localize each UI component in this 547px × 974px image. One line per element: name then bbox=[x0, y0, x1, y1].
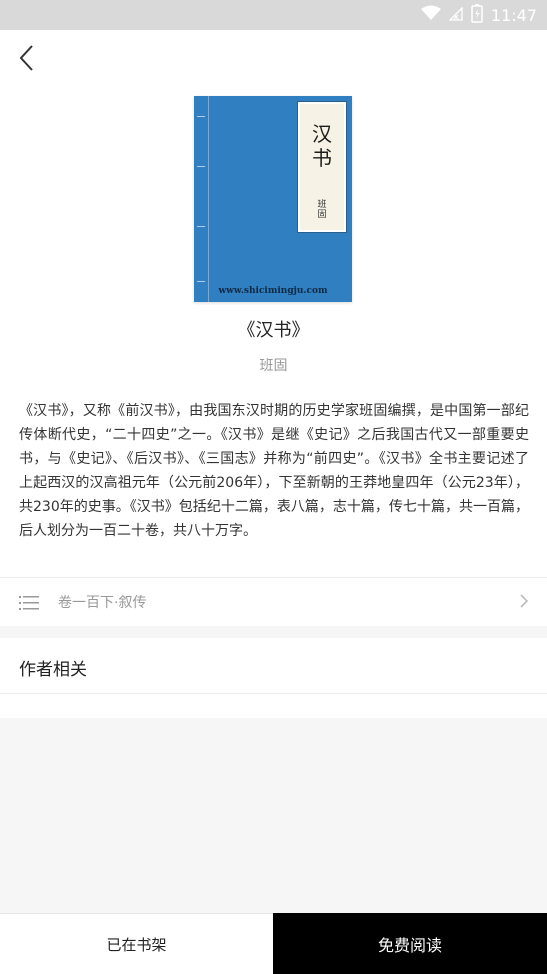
back-button[interactable] bbox=[10, 40, 42, 76]
status-bar: 11:47 bbox=[0, 0, 547, 30]
status-icons: 11:47 bbox=[420, 3, 537, 27]
signal-icon bbox=[448, 5, 463, 25]
book-description: 《汉书》，又称《前汉书》，由我国东汉时期的历史学家班固编撰，是中国第一部纪传体断… bbox=[19, 403, 529, 539]
cover-binding bbox=[194, 96, 209, 302]
battery-icon bbox=[471, 3, 483, 27]
back-arrow-icon bbox=[19, 45, 33, 71]
chevron-right-icon bbox=[519, 593, 529, 609]
list-icon bbox=[19, 595, 39, 610]
latest-chapter-label: 卷一百下·叙传 bbox=[58, 595, 147, 611]
book-cover: 汉书 班固 www.shicimingju.com bbox=[194, 96, 352, 302]
book-author[interactable]: 班固 bbox=[0, 355, 547, 375]
wifi-icon bbox=[420, 5, 441, 25]
author-section-title: 作者相关 bbox=[19, 660, 87, 680]
on-shelf-button[interactable]: 已在书架 bbox=[0, 913, 273, 974]
divider bbox=[0, 577, 547, 578]
empty-content-area bbox=[0, 718, 547, 913]
status-time: 11:47 bbox=[490, 5, 537, 25]
section-separator bbox=[0, 626, 547, 638]
cover-site: www.shicimingju.com bbox=[218, 286, 328, 296]
cover-title: 汉书 bbox=[312, 122, 332, 170]
divider bbox=[0, 693, 547, 694]
free-read-button[interactable]: 免费阅读 bbox=[273, 913, 547, 974]
latest-chapter-row[interactable]: 卷一百下·叙传 bbox=[0, 579, 547, 625]
bottom-action-bar: 已在书架 免费阅读 bbox=[0, 913, 547, 974]
book-title: 《汉书》 bbox=[237, 320, 310, 341]
cover-author: 班固 bbox=[317, 200, 327, 220]
cover-label: 汉书 班固 bbox=[298, 102, 346, 232]
